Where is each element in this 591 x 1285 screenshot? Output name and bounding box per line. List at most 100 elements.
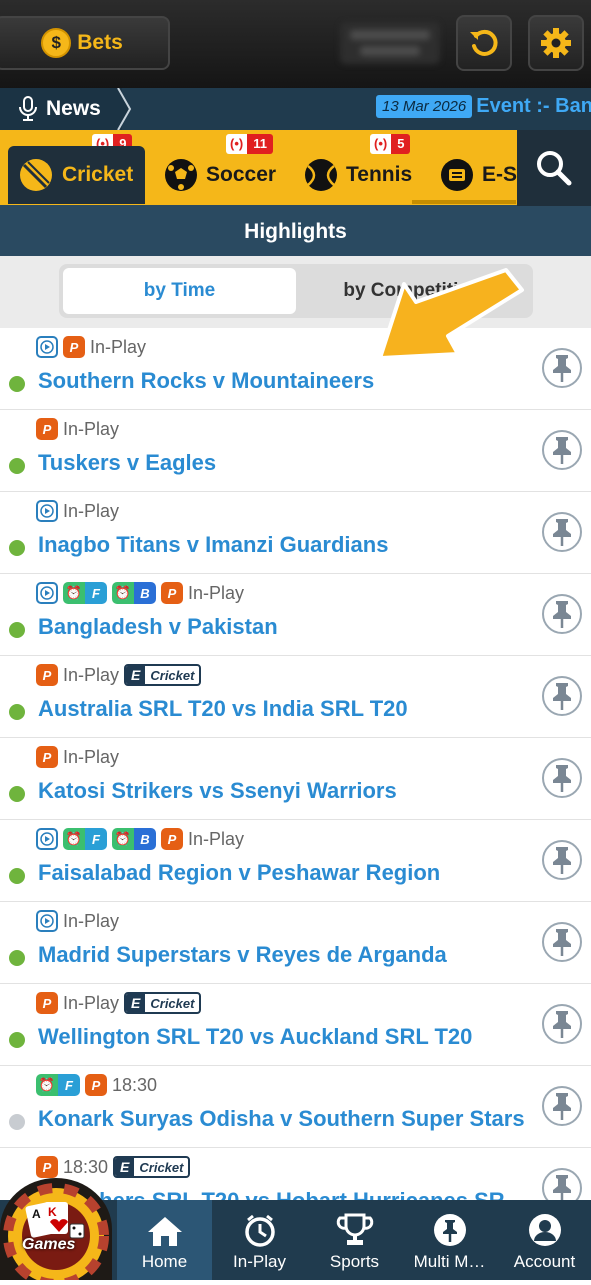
upcoming-indicator-dot xyxy=(9,1114,25,1130)
event-status: In-Play xyxy=(63,992,120,1013)
list-item[interactable]: P In-Play E Cricket Wellington SRL T20 vs… xyxy=(0,984,591,1066)
event-meta: ⏰ F ⏰ B P In-Play xyxy=(36,582,244,604)
games-label: Games xyxy=(22,1236,76,1253)
refresh-icon xyxy=(470,29,498,56)
tab-label: Cricket xyxy=(62,163,134,186)
pin-button[interactable] xyxy=(542,430,582,470)
event-meta: ⏰ F ⏰ B P In-Play xyxy=(36,828,244,850)
event-name[interactable]: Bangladesh v Pakistan xyxy=(38,614,278,640)
sort-segment-wrap: by Time by Competition xyxy=(0,256,591,328)
list-item[interactable]: ⏰ F ⏰ B P In-Play Bangladesh v Pakistan xyxy=(0,574,591,656)
pin-icon xyxy=(553,519,571,546)
event-name[interactable]: Australia SRL T20 vs India SRL T20 xyxy=(38,696,408,722)
svg-text:A: A xyxy=(32,1207,41,1221)
bets-button[interactable]: $ Bets xyxy=(0,16,170,70)
settings-button[interactable] xyxy=(528,15,584,71)
event-name[interactable]: Southern Rocks v Mountaineers xyxy=(38,368,374,394)
tab-tennis[interactable]: Tennis xyxy=(304,146,412,204)
nav-home[interactable]: Home xyxy=(117,1200,212,1280)
event-name[interactable]: Wellington SRL T20 vs Auckland SRL T20 xyxy=(38,1024,472,1050)
games-button[interactable]: A K Games xyxy=(0,1178,112,1285)
soccer-ball-icon xyxy=(165,159,197,191)
tab-label: E-S xyxy=(482,163,518,186)
event-meta: In-Play xyxy=(36,910,119,932)
nav-label: Account xyxy=(513,1252,576,1271)
event-status: In-Play xyxy=(63,500,120,521)
live-stream-icon xyxy=(36,500,58,522)
pin-button[interactable] xyxy=(542,594,582,634)
e-cricket-badge: E Cricket xyxy=(113,1156,191,1178)
search-button[interactable] xyxy=(517,130,591,206)
fancy-badge: ⏰ F xyxy=(63,582,107,604)
nav-in-play[interactable]: In-Play xyxy=(212,1200,307,1280)
tab-esports[interactable]: E-S xyxy=(440,146,517,204)
event-name[interactable]: Katosi Strikers vs Ssenyi Warriors xyxy=(38,778,397,804)
highlights-title: Highlights xyxy=(244,220,347,243)
pin-button[interactable] xyxy=(542,1168,582,1200)
event-status: 18:30 xyxy=(112,1074,158,1095)
event-status: In-Play xyxy=(63,910,120,931)
event-meta: P In-Play E Cricket xyxy=(36,992,202,1014)
event-name[interactable]: Inagbo Titans v Imanzi Guardians xyxy=(38,532,388,558)
news-date: 13 Mar 2026 xyxy=(376,95,473,118)
event-name[interactable]: Faisalabad Region v Peshawar Region xyxy=(38,860,440,886)
event-status: 18:30 xyxy=(63,1156,109,1177)
fancy-badge: ⏰ F xyxy=(63,828,107,850)
premium-badge-icon: P xyxy=(36,1156,58,1178)
sports-tab-bar: (•) 9 (•) 11 (•) 5 Cricket Soccer Tennis E-… xyxy=(0,130,591,208)
list-item[interactable]: P In-Play Southern Rocks v Mountaineers xyxy=(0,328,591,410)
news-label[interactable]: News xyxy=(0,88,122,130)
event-name[interactable]: Tuskers v Eagles xyxy=(38,450,216,476)
refresh-button[interactable] xyxy=(456,15,512,71)
list-item[interactable]: P In-Play Tuskers v Eagles xyxy=(0,410,591,492)
premium-badge-icon: P xyxy=(36,418,58,440)
e-cricket-badge: E Cricket xyxy=(124,992,202,1014)
list-item[interactable]: ⏰ F ⏰ B P In-Play Faisalabad Region v Pesh… xyxy=(0,820,591,902)
pin-button[interactable] xyxy=(542,1004,582,1044)
segment-by-competition[interactable]: by Competition xyxy=(296,268,529,314)
tab-soccer[interactable]: Soccer xyxy=(164,146,276,204)
nav-multi-markets[interactable]: Multi M… xyxy=(402,1200,497,1280)
pin-button[interactable] xyxy=(542,512,582,552)
pin-button[interactable] xyxy=(542,348,582,388)
live-indicator-dot xyxy=(9,1032,25,1048)
live-stream-icon xyxy=(36,336,58,358)
event-name[interactable]: Konark Suryas Odisha v Southern Super St… xyxy=(38,1106,525,1132)
nav-account[interactable]: Account xyxy=(497,1200,591,1280)
list-item[interactable]: In-Play Madrid Superstars v Reyes de Arg… xyxy=(0,902,591,984)
segment-by-time[interactable]: by Time xyxy=(63,268,296,314)
list-item[interactable]: In-Play Inagbo Titans v Imanzi Guardians xyxy=(0,492,591,574)
event-status: In-Play xyxy=(63,664,120,685)
premium-badge-icon: P xyxy=(36,664,58,686)
svg-text:K: K xyxy=(48,1205,57,1219)
highlights-header: Highlights xyxy=(0,208,591,256)
list-item[interactable]: P In-Play E Cricket Australia SRL T20 vs … xyxy=(0,656,591,738)
news-text: News xyxy=(46,97,101,120)
nav-label: Multi M… xyxy=(413,1252,486,1271)
pin-button[interactable] xyxy=(542,840,582,880)
coin-icon: $ xyxy=(41,28,72,58)
tab-cricket[interactable]: Cricket xyxy=(8,146,146,204)
pin-button[interactable] xyxy=(542,758,582,798)
balance-display[interactable] xyxy=(340,22,440,64)
list-item[interactable]: ⏰ F P 18:30 Konark Suryas Odisha v Southe… xyxy=(0,1066,591,1148)
event-name[interactable]: Madrid Superstars v Reyes de Arganda xyxy=(38,942,447,968)
pin-button[interactable] xyxy=(542,1086,582,1126)
tab-label: Tennis xyxy=(346,163,413,186)
pin-button[interactable] xyxy=(542,922,582,962)
pin-icon xyxy=(553,1011,571,1038)
event-meta: P In-Play E Cricket xyxy=(36,664,202,686)
news-ticker-bar: News 13 Mar 2026 Event :- Ban xyxy=(0,88,591,130)
news-ticker[interactable]: 13 Mar 2026 Event :- Ban xyxy=(376,95,591,118)
pin-button[interactable] xyxy=(542,676,582,716)
chevron-right-icon xyxy=(117,88,132,130)
event-status: In-Play xyxy=(188,582,245,603)
alarm-clock-icon: ⏰ xyxy=(63,582,85,604)
live-indicator-dot xyxy=(9,786,25,802)
top-bar: $ Bets xyxy=(0,0,591,88)
nav-sports[interactable]: Sports xyxy=(307,1200,402,1280)
pin-icon xyxy=(553,437,571,464)
list-item[interactable]: P In-Play Katosi Strikers vs Ssenyi Warr… xyxy=(0,738,591,820)
live-indicator-dot xyxy=(9,704,25,720)
tennis-ball-icon xyxy=(305,159,337,191)
